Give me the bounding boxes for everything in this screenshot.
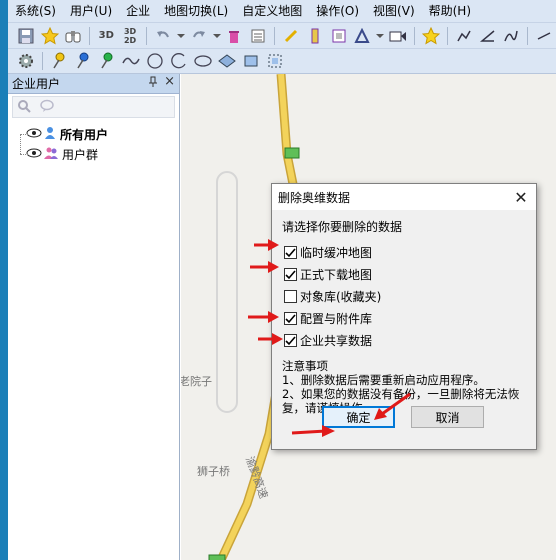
option-config-attachments[interactable]: 配置与附件库 <box>284 307 526 329</box>
drawing-toolbar <box>8 48 556 74</box>
note-restart: 1、删除数据后需要重新启动应用程序。 <box>282 373 485 387</box>
video-icon[interactable] <box>388 26 408 46</box>
save-icon[interactable] <box>16 26 36 46</box>
undo-icon[interactable] <box>153 26 173 46</box>
option-downloaded-map[interactable]: 正式下载地图 <box>284 263 526 285</box>
toolbar-separator <box>527 26 529 45</box>
chevron-down-icon[interactable] <box>176 26 185 46</box>
grid-select-icon[interactable] <box>265 51 285 71</box>
cancel-button[interactable]: 取消 <box>411 406 484 428</box>
yellow-pin-icon[interactable] <box>49 51 69 71</box>
pencil-icon[interactable] <box>281 26 301 46</box>
menu-bar: 系统(S) 用户(U) 企业 地图切换(L) 自定义地图 操作(O) 视图(V)… <box>8 0 556 22</box>
arrow-annotation-icon <box>250 261 279 273</box>
arrow-annotation-icon <box>291 425 335 437</box>
arrow-annotation-icon <box>248 311 279 323</box>
panel-title: 企业用户 <box>12 77 61 91</box>
polyline-icon[interactable] <box>454 26 474 46</box>
arrow-annotation-icon <box>258 333 283 345</box>
toolbar-separator <box>414 26 416 45</box>
chevron-down-icon[interactable] <box>212 26 221 46</box>
checkbox-temp-cache-map[interactable] <box>284 245 297 259</box>
arc-tool-icon[interactable] <box>169 51 189 71</box>
check-icon <box>285 335 296 345</box>
dialog-prompt: 请选择你要删除的数据 <box>282 220 403 234</box>
rectangle-select-icon[interactable] <box>241 51 261 71</box>
toolbar-separator <box>446 26 448 45</box>
panel-header: 企业用户 × <box>8 74 179 94</box>
app-window-edge <box>0 0 8 560</box>
map-label-laoyuanzi: 老院子 <box>181 375 212 388</box>
star-icon[interactable] <box>40 26 60 46</box>
star-add-icon[interactable] <box>421 26 441 46</box>
menu-enterprise[interactable]: 企业 <box>119 0 157 22</box>
option-enterprise-shared[interactable]: 企业共享数据 <box>284 329 526 351</box>
angle-icon[interactable] <box>478 26 498 46</box>
tree-item-user-group[interactable]: 用户群 <box>8 144 179 164</box>
circle-tool-icon[interactable] <box>145 51 165 71</box>
pin-icon[interactable] <box>148 76 158 91</box>
3d-2d-toggle-button[interactable]: 3D 2D <box>120 26 140 46</box>
search-icon[interactable] <box>17 99 31 116</box>
menu-user[interactable]: 用户(U) <box>63 0 119 22</box>
arrow-annotation-icon <box>254 239 279 251</box>
curve-icon[interactable] <box>501 26 521 46</box>
user-tree: 所有用户 用户群 <box>8 124 179 164</box>
tree-item-all-users[interactable]: 所有用户 <box>8 124 179 144</box>
toolbar-separator <box>42 52 43 70</box>
road-icon[interactable] <box>534 26 554 46</box>
ruler-icon[interactable] <box>305 26 325 46</box>
notes-title: 注意事项 <box>282 359 328 373</box>
option-object-library[interactable]: 对象库(收藏夹) <box>284 285 526 307</box>
option-temp-cache-map[interactable]: 临时缓冲地图 <box>284 241 526 263</box>
panel-search-bar <box>12 96 175 118</box>
user-icon <box>44 126 56 143</box>
dialog-titlebar: 删除奥维数据 ✕ <box>272 184 536 210</box>
3d-button[interactable]: 3D <box>96 26 116 46</box>
arrow-annotation-icon <box>374 392 411 420</box>
ellipse-tool-icon[interactable] <box>193 51 213 71</box>
chevron-down-icon[interactable] <box>376 26 385 46</box>
line-tool-icon[interactable] <box>121 51 141 71</box>
dialog-title: 删除奥维数据 <box>278 190 351 205</box>
checkbox-enterprise-shared[interactable] <box>284 333 297 347</box>
menu-map-switch[interactable]: 地图切换(L) <box>157 0 235 22</box>
toolbar-separator <box>89 26 91 45</box>
tree-label-all-users: 所有用户 <box>60 127 109 142</box>
green-pin-icon[interactable] <box>97 51 117 71</box>
blue-pin-icon[interactable] <box>73 51 93 71</box>
menu-operate[interactable]: 操作(O) <box>309 0 366 22</box>
tree-label-user-group: 用户群 <box>62 147 99 162</box>
binoculars-icon[interactable] <box>64 26 84 46</box>
redo-icon[interactable] <box>189 26 209 46</box>
list-icon[interactable] <box>248 26 268 46</box>
eye-icon[interactable] <box>26 127 42 142</box>
delete-icon[interactable] <box>225 26 245 46</box>
check-icon <box>285 269 296 279</box>
menu-help[interactable]: 帮助(H) <box>422 0 478 22</box>
checkbox-downloaded-map[interactable] <box>284 267 297 281</box>
dialog-close-button[interactable]: ✕ <box>506 184 536 210</box>
gear-icon[interactable] <box>16 51 36 71</box>
toolbar-separator <box>274 26 276 45</box>
eye-icon[interactable] <box>26 147 42 162</box>
diamond-tool-icon[interactable] <box>217 51 237 71</box>
chat-icon[interactable] <box>39 99 55 116</box>
check-icon <box>285 247 296 257</box>
map-label-shiziqiao: 狮子桥 <box>197 465 230 478</box>
menu-system[interactable]: 系统(S) <box>8 0 63 22</box>
check-icon <box>285 313 296 323</box>
enterprise-user-panel: 企业用户 × 所有用户 用户群 <box>8 74 180 560</box>
user-group-icon <box>44 146 58 163</box>
main-toolbar: 3D 3D 2D <box>8 22 556 48</box>
checkbox-object-library[interactable] <box>284 289 297 303</box>
toolbar-separator <box>145 26 147 45</box>
panel-close-button[interactable]: × <box>164 75 175 91</box>
triangle-icon[interactable] <box>353 26 373 46</box>
checkbox-config-attachments[interactable] <box>284 311 297 325</box>
menu-custom-map[interactable]: 自定义地图 <box>235 0 309 22</box>
frame-icon[interactable] <box>329 26 349 46</box>
menu-view[interactable]: 视图(V) <box>366 0 422 22</box>
